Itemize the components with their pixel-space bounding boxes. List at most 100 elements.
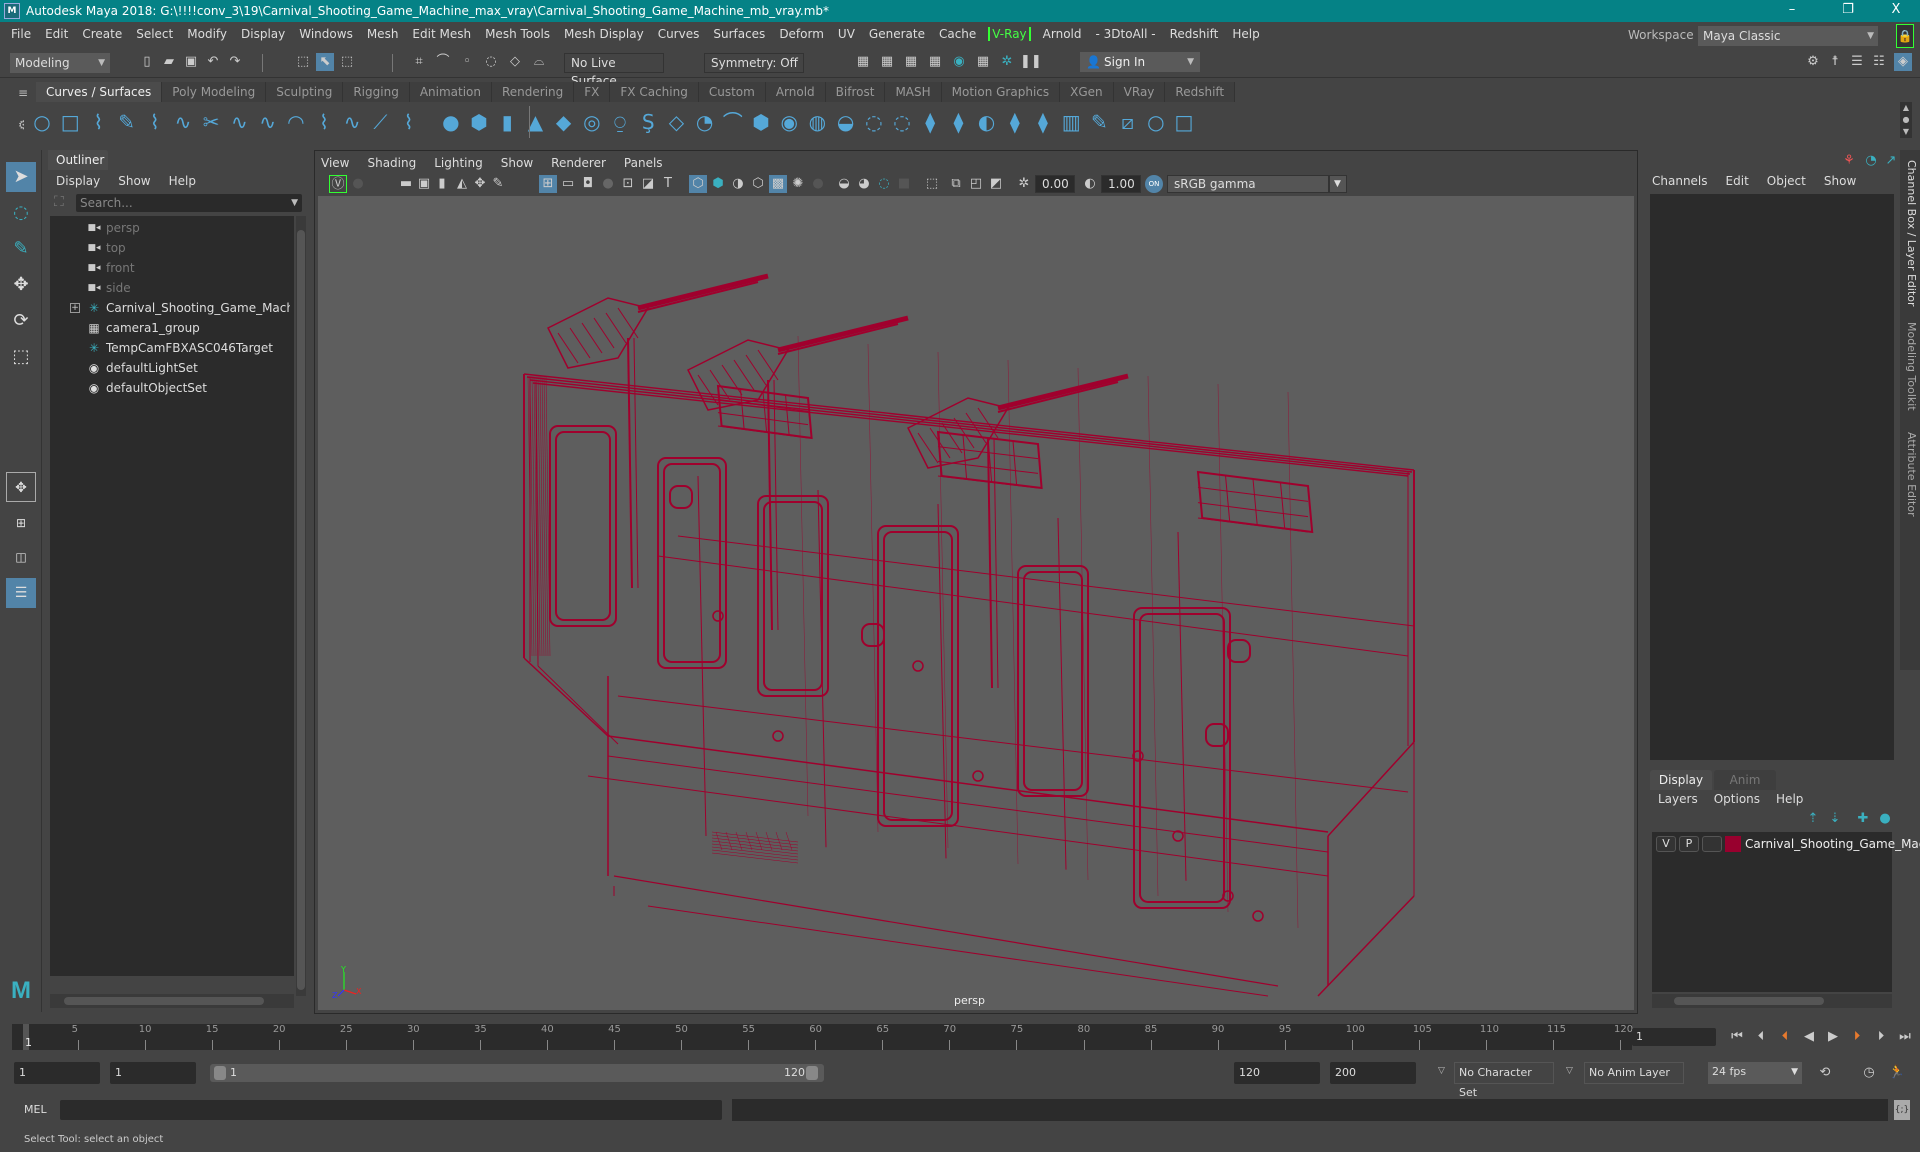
outliner-menu-show[interactable]: Show <box>118 174 150 188</box>
shelf-scroll[interactable]: ▲ ● ▼ <box>1900 102 1912 138</box>
camera-attributes-icon[interactable]: ▬ <box>397 175 415 193</box>
motion-blur-icon[interactable]: ◕ <box>855 175 873 193</box>
two-view-layout-icon[interactable]: ◫ <box>6 542 36 572</box>
attribute-editor-icon[interactable]: ☰ <box>1848 53 1866 71</box>
film-gate-icon[interactable]: ▭ <box>559 175 577 193</box>
play-forward-icon[interactable]: ▶ <box>1824 1028 1842 1046</box>
current-frame-field[interactable]: 1 <box>1632 1028 1716 1046</box>
trim-tool-icon[interactable]: ◌ <box>890 110 914 134</box>
menu-create[interactable]: Create <box>75 27 129 41</box>
viewport-menu-shading[interactable]: Shading <box>367 156 416 170</box>
field-chart-icon[interactable]: ⊡ <box>619 175 637 193</box>
outliner-layout-icon[interactable]: ☰ <box>6 578 36 608</box>
layer-playback-toggle[interactable]: P <box>1679 836 1699 852</box>
outliner-item-defaultlightset[interactable]: ◉ defaultLightSet <box>50 358 290 378</box>
menu-edit[interactable]: Edit <box>38 27 75 41</box>
workspace-select[interactable]: Maya Classic ▼ <box>1698 26 1878 46</box>
insert-knot-icon[interactable]: ⌇ <box>397 110 421 134</box>
exposure-field[interactable]: 0.00 <box>1035 175 1075 193</box>
channel-menu-object[interactable]: Object <box>1767 174 1806 188</box>
menu-modify[interactable]: Modify <box>180 27 234 41</box>
sign-in-button[interactable]: 👤 Sign In ▼ <box>1080 52 1200 72</box>
cv-curve-icon[interactable]: ⌇ <box>143 110 167 134</box>
color-management-toggle[interactable]: ON <box>1145 175 1163 193</box>
outliner-search-input[interactable]: Search... ▼ <box>76 194 302 212</box>
extrude-icon[interactable]: ◔ <box>693 110 717 134</box>
curve-fillet-icon[interactable]: ⟋ <box>368 110 392 134</box>
go-to-end-icon[interactable]: ⏭ <box>1896 1028 1914 1046</box>
hypershade-icon[interactable]: ◉ <box>950 53 968 71</box>
fps-select[interactable]: 24 fps ▼ <box>1708 1062 1802 1084</box>
shelf-tab-motion-graphics[interactable]: Motion Graphics <box>941 82 1061 102</box>
outliner-item-side[interactable]: ■◂ side <box>50 278 290 298</box>
shelf-tab-vray[interactable]: VRay <box>1113 82 1166 102</box>
playback-start-field[interactable]: 1 <box>110 1062 196 1084</box>
shelf-tab-rigging[interactable]: Rigging <box>343 82 410 102</box>
open-scene-icon[interactable]: ▰ <box>160 53 178 71</box>
layer-editor-icon[interactable]: ◔ <box>1862 152 1880 170</box>
bookmark-icon[interactable]: ▮ <box>433 175 451 193</box>
range-end-handle[interactable] <box>806 1066 818 1080</box>
menu-3dtoall[interactable]: - 3DtoAll - <box>1089 27 1163 41</box>
menu-surfaces[interactable]: Surfaces <box>706 27 772 41</box>
layer-tab-anim[interactable]: Anim <box>1714 770 1776 790</box>
shelf-tab-fx-caching[interactable]: FX Caching <box>610 82 699 102</box>
time-slider-bar[interactable]: 1 5 10 15 20 25 30 35 40 45 50 55 60 65 70 75 80 85 90 95 1… <box>12 1024 1633 1050</box>
layer-menu-options[interactable]: Options <box>1714 792 1760 806</box>
menu-windows[interactable]: Windows <box>292 27 360 41</box>
tab-attribute-editor[interactable]: Attribute Editor <box>1902 432 1918 517</box>
viewport-menu-panels[interactable]: Panels <box>624 156 663 170</box>
play-backward-icon[interactable]: ◀ <box>1800 1028 1818 1046</box>
menu-mesh-display[interactable]: Mesh Display <box>557 27 651 41</box>
grid-icon[interactable]: ⊞ <box>539 175 557 193</box>
auto-key-icon[interactable]: ◷ <box>1860 1064 1878 1082</box>
layer-menu-help[interactable]: Help <box>1776 792 1803 806</box>
smooth-shade-icon[interactable]: ⬢ <box>709 175 727 193</box>
select-camera-icon[interactable]: ● <box>349 175 367 193</box>
shelf-tab-fx[interactable]: FX <box>574 82 611 102</box>
2d-pan-zoom-icon[interactable]: ✥ <box>471 175 489 193</box>
attribute-icon[interactable]: ↗ <box>1882 152 1900 170</box>
pause-viewport-icon[interactable]: ❚❚ <box>1020 53 1042 71</box>
outliner-item-camera1-group[interactable]: ▦ camera1_group <box>50 318 290 338</box>
menu-select[interactable]: Select <box>129 27 180 41</box>
project-curve-icon[interactable]: ◐ <box>975 110 999 134</box>
shelf-tab-custom[interactable]: Custom <box>698 82 766 102</box>
outliner-vscroll[interactable] <box>296 216 306 996</box>
minimize-button[interactable]: – <box>1772 0 1812 22</box>
new-layer-selected-icon[interactable]: ● <box>1876 810 1894 828</box>
stitch-icon[interactable]: ⧫ <box>946 110 970 134</box>
multisample-aa-icon[interactable]: ◌ <box>875 175 893 193</box>
menu-file[interactable]: File <box>4 27 38 41</box>
attach-surface-icon[interactable]: ▥ <box>1059 110 1083 134</box>
shelf-tab-rendering[interactable]: Rendering <box>492 82 575 102</box>
outliner-item-tempcamfbxasc046target[interactable]: ✳ TempCamFBXASC046Target <box>50 338 290 358</box>
menu-uv[interactable]: UV <box>831 27 862 41</box>
lock-icon[interactable]: 🔒 <box>1896 24 1914 48</box>
lock-camera-icon[interactable]: ▣ <box>415 175 433 193</box>
tab-modeling-toolkit[interactable]: Modeling Toolkit <box>1902 322 1918 411</box>
outliner-item-persp[interactable]: ■◂ persp <box>50 218 290 238</box>
lasso-tool-icon[interactable]: ◌ <box>6 198 36 228</box>
shelf-tab-curves-surfaces[interactable]: Curves / Surfaces <box>36 82 163 102</box>
save-scene-icon[interactable]: ▣ <box>182 53 200 71</box>
select-object-icon[interactable]: ⬉ <box>316 53 334 71</box>
step-back-key-icon[interactable]: ⏴ <box>1776 1028 1794 1046</box>
chevron-down-icon[interactable]: ▽ <box>1438 1066 1445 1076</box>
offset-curve-icon[interactable]: ⌇ <box>312 110 336 134</box>
nurbs-circle-icon[interactable]: ○ <box>30 110 54 134</box>
rotate-tool-icon[interactable]: ⟳ <box>6 306 36 336</box>
square-surface-icon[interactable]: ◉ <box>777 110 801 134</box>
resolution-gate-icon[interactable]: ◘ <box>579 175 597 193</box>
move-tool-icon[interactable]: ✥ <box>6 270 36 300</box>
nurbs-sphere-icon[interactable]: ● <box>439 110 463 134</box>
layer-hscroll[interactable] <box>1652 994 1892 1008</box>
character-set-select[interactable]: No Character Set <box>1454 1062 1554 1099</box>
shelf-menu-icon[interactable]: ≡ <box>18 86 28 100</box>
chevron-down-icon[interactable]: ▽ <box>1566 1066 1573 1076</box>
loft-icon[interactable]: Ş <box>636 110 660 134</box>
bevel-icon[interactable]: ◍ <box>805 110 829 134</box>
character-controls-icon[interactable]: ☨ <box>1826 53 1844 71</box>
shelf-tab-animation[interactable]: Animation <box>409 82 492 102</box>
render-settings-icon[interactable]: ▦ <box>926 53 944 71</box>
